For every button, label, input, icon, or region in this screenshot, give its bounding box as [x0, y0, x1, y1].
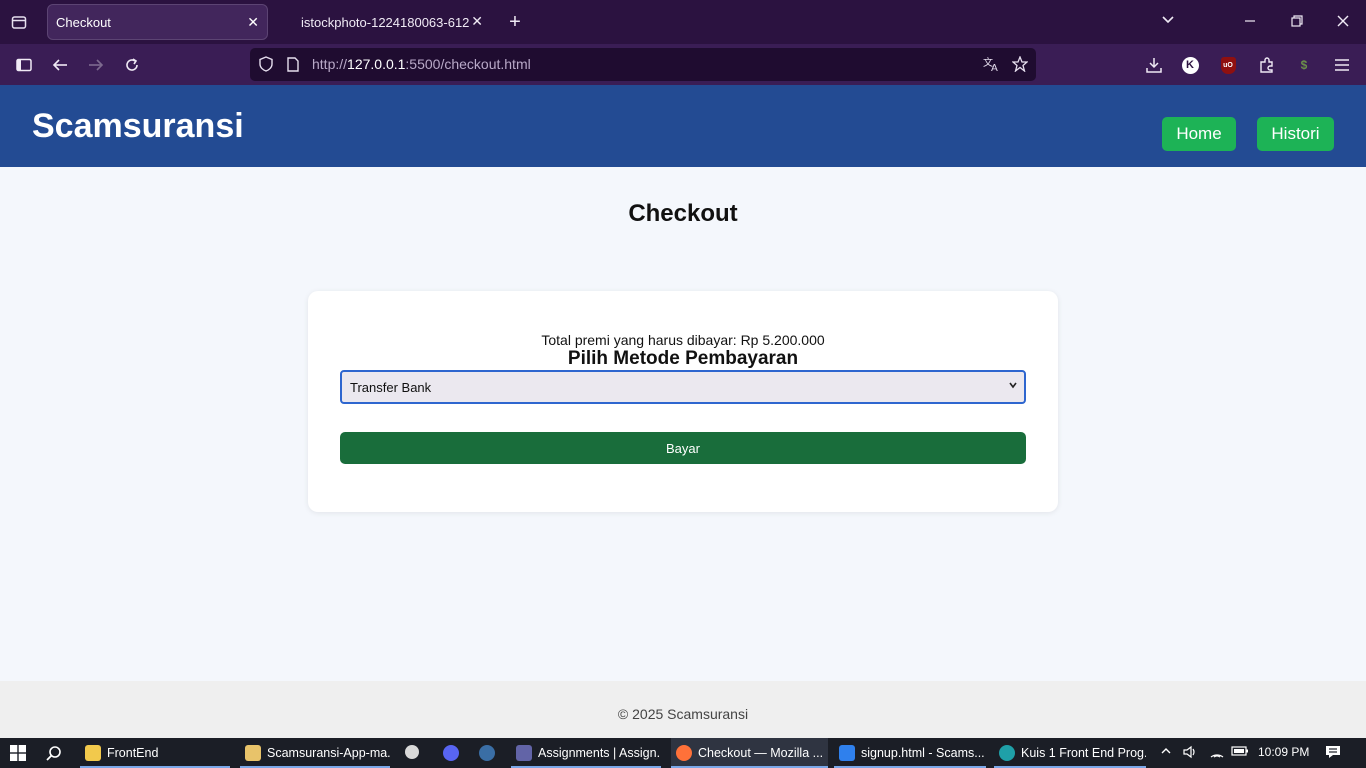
downloads-icon[interactable]	[1142, 53, 1166, 77]
menu-icon[interactable]	[1330, 53, 1354, 77]
tab-checkout[interactable]: Checkout ✕	[47, 4, 268, 40]
ublock-label: uO	[1220, 56, 1236, 74]
extension-k-label: K	[1181, 56, 1199, 74]
pay-button[interactable]: Bayar	[340, 432, 1026, 464]
extension-k-icon[interactable]: K	[1178, 53, 1202, 77]
ublock-icon[interactable]: uO	[1216, 53, 1240, 77]
new-tab-button[interactable]: +	[505, 10, 525, 34]
notifications-icon[interactable]	[1325, 745, 1341, 762]
wifi-icon[interactable]	[1209, 745, 1225, 762]
folder-icon	[85, 745, 101, 761]
tab-list-icon[interactable]	[8, 11, 30, 33]
taskbar-item-kuis-edge[interactable]: Kuis 1 Front End Prog...	[994, 738, 1146, 768]
clock[interactable]: 10:09 PM	[1258, 745, 1309, 759]
sidebar-toggle-icon[interactable]	[12, 53, 36, 77]
payment-method-value: Transfer Bank	[350, 379, 432, 395]
total-premium-text: Total premi yang harus dibayar: Rp 5.200…	[541, 332, 825, 348]
url-prefix: http://	[312, 56, 348, 72]
forward-icon[interactable]	[84, 53, 108, 77]
edge-icon	[999, 745, 1015, 761]
battery-icon[interactable]	[1231, 745, 1249, 760]
extension-ds-icon[interactable]: $	[1292, 53, 1316, 77]
list-all-tabs-icon[interactable]	[1156, 10, 1180, 34]
site-footer: © 2025 Scamsuransi	[0, 681, 1366, 738]
close-tab-icon[interactable]: ✕	[247, 14, 259, 31]
translate-icon[interactable]: 文A	[982, 54, 1002, 74]
close-window-icon[interactable]	[1331, 10, 1355, 34]
tab-title: Checkout	[56, 14, 111, 30]
restore-icon[interactable]	[1285, 10, 1309, 34]
reload-icon[interactable]	[120, 53, 144, 77]
payment-method-select[interactable]: Transfer Bank	[340, 370, 1026, 404]
browser-nav-bar: http://127.0.0.1:5500/checkout.html 文A K…	[0, 44, 1366, 85]
shield-icon[interactable]	[256, 54, 276, 74]
footer-copyright: © 2025 Scamsuransi	[617, 706, 749, 722]
taskbar-item-label: Assignments | Assign...	[538, 746, 661, 760]
bookmark-star-icon[interactable]	[1010, 54, 1030, 74]
browser-tab-bar: Checkout ✕ istockphoto-1224180063-612x6 …	[0, 0, 1366, 44]
taskbar-item-label: Scamsuransi-App-ma...	[267, 746, 390, 760]
checkout-card: Total premi yang harus dibayar: Rp 5.200…	[308, 291, 1058, 512]
history-button[interactable]: Histori	[1257, 117, 1334, 151]
taskbar-item-label: signup.html - Scams...	[861, 746, 985, 760]
taskbar-item-scamsuransi-app[interactable]: Scamsuransi-App-ma...	[240, 738, 390, 768]
extension-ds-label: $	[1300, 58, 1308, 72]
search-icon[interactable]	[46, 745, 62, 764]
chevron-up-icon[interactable]	[1160, 745, 1172, 760]
page-icon[interactable]	[283, 54, 303, 74]
taskbar-item-frontend[interactable]: FrontEnd	[80, 738, 230, 768]
vscode-icon	[839, 745, 855, 761]
taskbar-item-label: FrontEnd	[107, 746, 159, 760]
archive-icon	[245, 745, 261, 761]
url-path: :5500/checkout.html	[405, 56, 531, 72]
url-text[interactable]: http://127.0.0.1:5500/checkout.html	[312, 56, 531, 72]
taskbar-item-label: Checkout — Mozilla ...	[698, 746, 824, 760]
chevron-down-icon	[1008, 380, 1018, 393]
back-icon[interactable]	[48, 53, 72, 77]
svg-text:A: A	[991, 63, 998, 72]
volume-icon[interactable]	[1183, 745, 1199, 762]
tab-istockphoto[interactable]: istockphoto-1224180063-612x6 ✕	[293, 4, 493, 40]
url-host: 127.0.0.1	[347, 56, 406, 72]
steam-icon[interactable]	[479, 745, 501, 764]
taskbar-item-assignments[interactable]: Assignments | Assign...	[511, 738, 661, 768]
payment-method-heading: Pilih Metode Pembayaran	[567, 348, 799, 369]
windows-start-icon[interactable]	[10, 745, 26, 764]
url-bar[interactable]: http://127.0.0.1:5500/checkout.html 文A	[250, 48, 1036, 81]
discord-icon[interactable]	[443, 745, 465, 764]
firefox-icon	[676, 745, 692, 761]
site-header: Scamsuransi Home Histori	[0, 85, 1366, 167]
tab-title: istockphoto-1224180063-612x6	[301, 14, 484, 30]
close-tab-icon[interactable]: ✕	[469, 13, 483, 30]
taskbar-item-label: Kuis 1 Front End Prog...	[1021, 746, 1146, 760]
minimize-icon[interactable]	[1238, 10, 1262, 34]
teams-icon	[516, 745, 532, 761]
site-brand[interactable]: Scamsuransi	[32, 107, 244, 146]
page-title: Checkout	[628, 200, 738, 227]
taskbar-item-signup-vscode[interactable]: signup.html - Scams...	[834, 738, 986, 768]
taskbar-item-checkout-firefox[interactable]: Checkout — Mozilla ...	[671, 738, 828, 768]
home-button[interactable]: Home	[1162, 117, 1236, 151]
extensions-puzzle-icon[interactable]	[1255, 53, 1279, 77]
taskbar: FrontEnd Scamsuransi-App-ma... Assignmen…	[0, 738, 1366, 768]
app-fox-icon[interactable]	[405, 745, 425, 762]
